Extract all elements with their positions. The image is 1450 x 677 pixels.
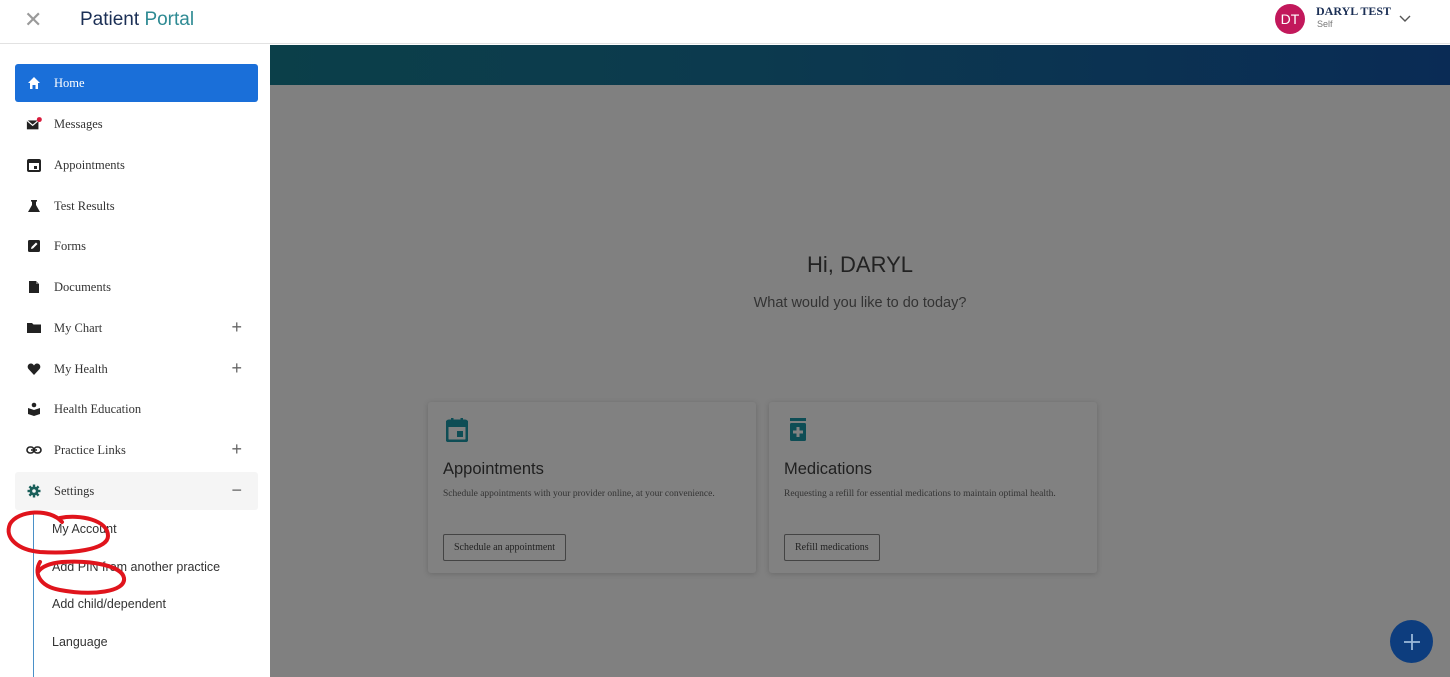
link-icon [26,442,42,458]
sidebar-item-messages[interactable]: Messages [15,105,258,143]
sidebar-item-my-health[interactable]: My Health + [15,350,258,388]
sidebar-item-appointments[interactable]: Appointments [15,146,258,184]
medications-card: Medications Requesting a refill for esse… [769,402,1097,573]
sidebar-item-health-education[interactable]: Health Education [15,390,258,428]
refill-medications-button[interactable]: Refill medications [784,534,880,561]
sidebar-item-label: Appointments [54,157,125,172]
sidebar-item-label: Forms [54,238,86,253]
sidebar-item-test-results[interactable]: Test Results [15,187,258,225]
sidebar-item-label: Documents [54,279,111,294]
sidebar-item-practice-links[interactable]: Practice Links + [15,431,258,469]
floating-action-button[interactable] [1390,620,1433,663]
calendar-icon [26,157,42,173]
sidebar-item-documents[interactable]: Documents [15,268,258,306]
card-description: Schedule appointments with your provider… [443,489,715,499]
greeting-subtitle: What would you like to do today? [753,295,967,311]
user-role: Self [1317,19,1333,29]
document-icon [26,279,42,295]
sidebar-item-label: Health Education [54,401,142,416]
header-banner [270,45,1450,85]
envelope-icon [26,116,42,132]
calendar-icon [446,418,468,442]
medication-icon [790,418,806,441]
sidebar-item-my-chart[interactable]: My Chart + [15,309,258,347]
schedule-appointment-button[interactable]: Schedule an appointment [443,534,567,561]
sidebar-item-home[interactable]: Home [15,64,258,102]
sidebar-item-label: Home [54,75,85,90]
sidebar-item-label: Practice Links [54,442,126,457]
submenu-item-my-account[interactable]: My Account [52,522,117,536]
top-bar: ✕ Patient Portal DT DARYL TEST Self [0,0,1450,44]
flask-icon [26,198,42,214]
red-annotation-scribble [6,510,126,595]
avatar[interactable]: DT [1275,4,1305,34]
card-title: Appointments [443,460,544,478]
submenu-line [33,512,34,677]
sidebar-item-label: Test Results [54,198,115,213]
sidebar-item-settings[interactable]: Settings − [15,472,258,510]
close-icon[interactable]: ✕ [24,6,42,34]
plus-icon [1403,633,1420,650]
sidebar-item-label: Settings [54,483,95,498]
submenu-item-language[interactable]: Language [52,635,108,649]
card-title: Medications [784,460,873,478]
sidebar-item-label: My Chart [54,320,103,335]
card-description: Requesting a refill for essential medica… [784,489,1056,499]
sidebar-item-label: My Health [54,361,108,376]
folder-icon [26,320,42,336]
education-icon [26,401,42,417]
gear-icon [26,483,42,499]
collapse-icon[interactable]: − [231,481,242,499]
sidebar-item-label: Messages [54,116,103,131]
chevron-down-icon[interactable] [1398,11,1412,25]
expand-icon[interactable]: + [231,318,242,336]
user-name[interactable]: DARYL TEST [1316,4,1391,19]
appointments-card: Appointments Schedule appointments with … [428,402,756,573]
edit-icon [26,238,42,254]
expand-icon[interactable]: + [231,440,242,458]
expand-icon[interactable]: + [231,359,242,377]
submenu-item-add-child[interactable]: Add child/dependent [52,597,166,611]
brand-part1: Patient [80,9,140,30]
sidebar-item-forms[interactable]: Forms [15,227,258,265]
app-brand: Patient Portal [80,8,194,32]
greeting: Hi, DARYL [807,252,913,277]
submenu-item-add-pin[interactable]: Add PIN from another practice [52,560,220,574]
heart-icon [26,361,42,377]
main-content: Hi, DARYL What would you like to do toda… [270,45,1450,677]
sidebar: Home Messages Appointments Test Results … [0,45,270,677]
home-icon [26,75,42,91]
brand-part2: Portal [144,9,195,30]
